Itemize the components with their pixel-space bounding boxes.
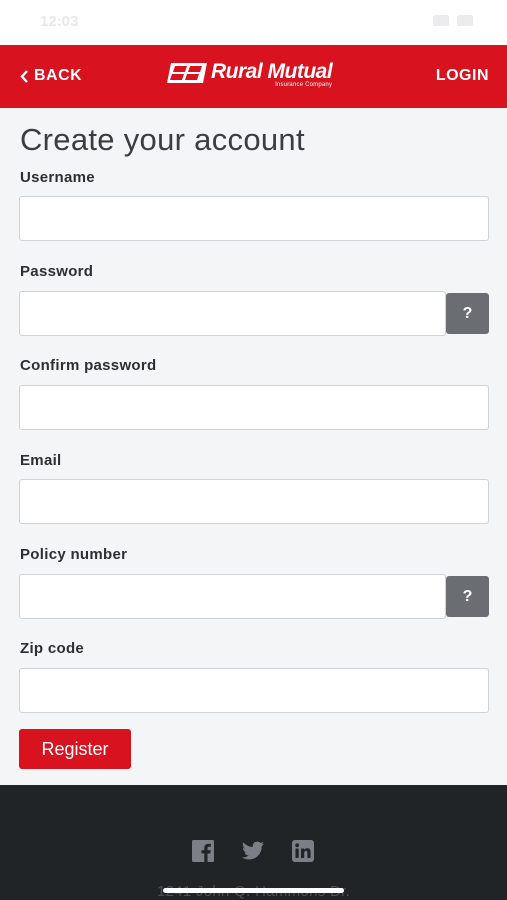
zip-code-input[interactable] — [19, 668, 489, 713]
signal-icon — [433, 15, 449, 26]
page-title: Create your account — [20, 122, 305, 157]
footer: 1241 John Q. Hammons Dr. — [0, 785, 507, 900]
social-links — [191, 840, 315, 862]
policy-number-input[interactable] — [19, 574, 446, 619]
battery-icon — [457, 15, 473, 26]
linkedin-icon[interactable] — [291, 840, 315, 862]
logo-mark-icon — [167, 63, 207, 83]
confirm-password-label: Confirm password — [20, 357, 157, 374]
back-button[interactable]: BACK — [20, 67, 82, 85]
brand-logo: Rural Mutual Insurance Company — [165, 60, 333, 88]
password-label: Password — [20, 263, 94, 280]
status-icons — [433, 15, 473, 26]
back-label: BACK — [34, 67, 83, 84]
chevron-left-icon — [20, 69, 28, 83]
username-input[interactable] — [19, 196, 489, 241]
logo-name: Rural Mutual — [211, 60, 333, 83]
policy-number-label: Policy number — [20, 546, 128, 563]
registration-form: Create your account Username Password ? … — [0, 108, 507, 785]
logo-subtitle: Insurance Company — [275, 82, 333, 88]
login-button[interactable]: LOGIN — [436, 67, 489, 85]
password-input[interactable] — [19, 291, 446, 336]
home-indicator[interactable] — [163, 888, 344, 893]
twitter-icon[interactable] — [241, 840, 265, 862]
app-header: BACK Rural Mutual Insurance Company LOGI… — [0, 45, 507, 108]
help-icon: ? — [462, 587, 473, 605]
facebook-icon[interactable] — [191, 840, 215, 862]
zip-code-label: Zip code — [20, 640, 85, 657]
email-label: Email — [20, 452, 62, 469]
register-button[interactable]: Register — [19, 729, 131, 769]
password-help-button[interactable]: ? — [446, 293, 489, 334]
confirm-password-input[interactable] — [19, 385, 489, 430]
help-icon: ? — [462, 304, 473, 322]
email-input[interactable] — [19, 479, 489, 524]
username-label: Username — [20, 169, 95, 186]
status-time: 12:03 — [40, 13, 79, 30]
policy-number-help-button[interactable]: ? — [446, 576, 489, 617]
status-bar: 12:03 — [0, 0, 507, 45]
